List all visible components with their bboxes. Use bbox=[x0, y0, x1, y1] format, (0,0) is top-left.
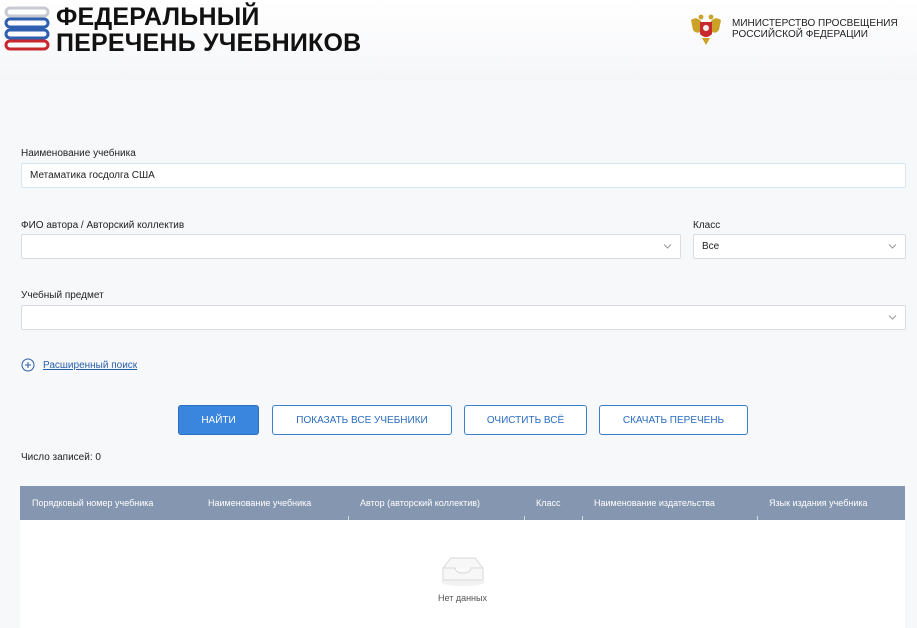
records-count: Число записей: 0 bbox=[21, 452, 101, 463]
column-header-grade[interactable]: Класс bbox=[536, 486, 561, 520]
textbook-name-value: Метаматика госдолга США bbox=[30, 170, 155, 181]
column-header-title[interactable]: Наименование учебника bbox=[208, 486, 311, 520]
site-title[interactable]: ФЕДЕРАЛЬНЫЙ ПЕРЕЧЕНЬ УЧЕБНИКОВ bbox=[56, 4, 361, 56]
clear-all-button[interactable]: ОЧИСТИТЬ ВСЁ bbox=[464, 405, 587, 435]
column-header-number[interactable]: Порядковый номер учебника bbox=[32, 486, 153, 520]
textbook-name-input[interactable]: Метаматика госдолга США bbox=[21, 163, 906, 188]
site-header: ФЕДЕРАЛЬНЫЙ ПЕРЕЧЕНЬ УЧЕБНИКОВ МИНИСТЕРС… bbox=[0, 0, 917, 80]
ministry-logo[interactable]: МИНИСТЕРСТВО ПРОСВЕЩЕНИЯ РОССИЙСКОЙ ФЕДЕ… bbox=[687, 12, 902, 46]
results-table-header: Порядковый номер учебника Наименование у… bbox=[20, 486, 905, 520]
chevron-down-icon bbox=[888, 315, 897, 320]
plus-circle-icon[interactable] bbox=[21, 358, 35, 372]
author-select[interactable] bbox=[21, 234, 681, 259]
ministry-name-line2: РОССИЙСКОЙ ФЕДЕРАЦИИ bbox=[732, 29, 868, 40]
download-list-button[interactable]: СКАЧАТЬ ПЕРЕЧЕНЬ bbox=[599, 405, 748, 435]
results-table-body: Нет данных bbox=[20, 520, 905, 628]
find-button[interactable]: НАЙТИ bbox=[178, 405, 259, 435]
textbook-name-label: Наименование учебника bbox=[21, 148, 136, 159]
column-header-publisher[interactable]: Наименование издательства bbox=[594, 486, 715, 520]
chevron-down-icon bbox=[888, 244, 897, 249]
empty-state-text: Нет данных bbox=[438, 593, 487, 603]
advanced-search-link[interactable]: Расширенный поиск bbox=[43, 360, 137, 371]
chevron-down-icon bbox=[663, 244, 672, 249]
subject-label: Учебный предмет bbox=[21, 290, 104, 301]
grade-value: Все bbox=[702, 241, 720, 252]
author-label: ФИО автора / Авторский коллектив bbox=[21, 220, 185, 231]
advanced-search-toggle[interactable]: Расширенный поиск bbox=[21, 358, 137, 372]
coat-of-arms-icon bbox=[691, 14, 721, 45]
show-all-button[interactable]: ПОКАЗАТЬ ВСЕ УЧЕБНИКИ bbox=[272, 405, 452, 435]
site-title-line2: ПЕРЕЧЕНЬ УЧЕБНИКОВ bbox=[56, 29, 362, 57]
subject-select[interactable] bbox=[21, 305, 906, 330]
empty-inbox-icon bbox=[441, 557, 485, 586]
ministry-name-line1: МИНИСТЕРСТВО ПРОСВЕЩЕНИЯ bbox=[732, 18, 898, 29]
column-header-language[interactable]: Язык издания учебника bbox=[769, 486, 868, 520]
grade-label: Класс bbox=[693, 220, 721, 231]
column-header-author[interactable]: Автор (авторский коллектив) bbox=[360, 486, 480, 520]
site-title-line1: ФЕДЕРАЛЬНЫЙ bbox=[56, 3, 260, 31]
ministry-name: МИНИСТЕРСТВО ПРОСВЕЩЕНИЯ РОССИЙСКОЙ ФЕДЕ… bbox=[732, 18, 902, 40]
grade-select[interactable]: Все bbox=[693, 234, 906, 259]
stacked-books-icon bbox=[4, 6, 50, 51]
